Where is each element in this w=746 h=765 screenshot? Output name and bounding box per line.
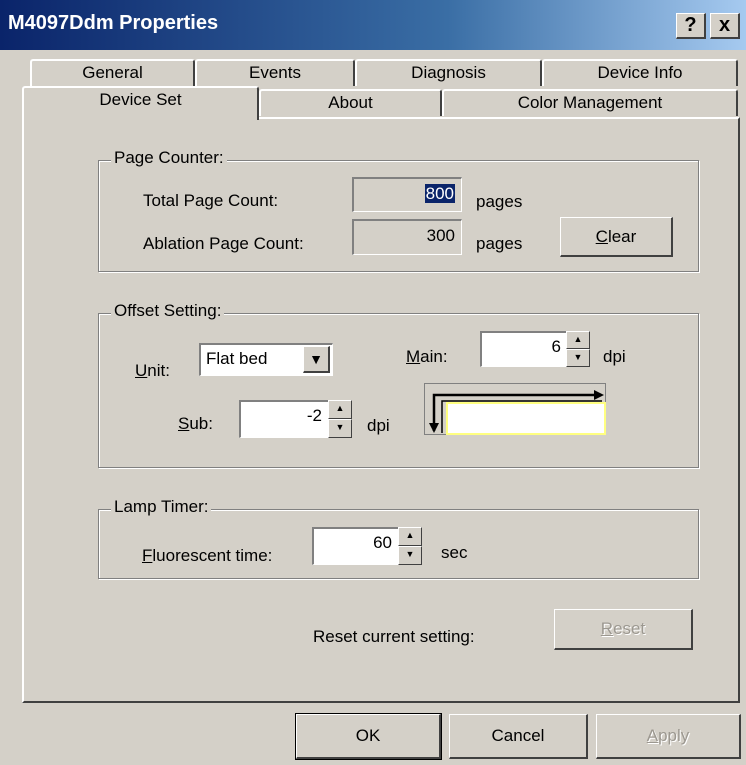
main-unit: dpi	[603, 347, 626, 366]
tab-label: Events	[249, 63, 301, 82]
main-mnemonic: M	[406, 347, 421, 366]
main-label: Main:	[406, 347, 448, 367]
window-title: M4097Ddm Properties	[8, 12, 219, 34]
apply-label-rest: pply	[658, 726, 690, 745]
main-spinner[interactable]: ▲ ▼	[566, 331, 590, 367]
ok-button[interactable]: OK	[295, 713, 442, 760]
help-button[interactable]: ?	[676, 13, 706, 39]
ablation-page-count-field: 300	[352, 219, 462, 255]
reset-label-rest: eset	[613, 619, 646, 638]
spin-up-icon[interactable]: ▲	[328, 400, 352, 419]
fluorescent-time-label: Fluorescent time:	[142, 546, 272, 566]
total-page-count-label: Total Page Count:	[143, 191, 279, 210]
total-page-count-field: 800	[352, 177, 462, 212]
spin-down-icon[interactable]: ▼	[328, 419, 352, 438]
reset-mnemonic: R	[600, 619, 614, 638]
main-label-rest: ain:	[420, 347, 448, 366]
unit-value: Flat bed	[206, 349, 268, 368]
spin-up-icon[interactable]: ▲	[398, 527, 422, 546]
tab-label: Device Set	[99, 90, 182, 109]
clear-label-rest: lear	[607, 227, 637, 246]
main-input[interactable]: 6	[480, 331, 568, 367]
offset-setting-title: Offset Setting:	[111, 301, 225, 321]
tab-label: Diagnosis	[411, 63, 486, 82]
clear-button[interactable]: Clear	[560, 217, 673, 257]
fluorescent-time-unit: sec	[441, 543, 468, 562]
cancel-button[interactable]: Cancel	[449, 714, 588, 759]
main-value: 6	[551, 337, 561, 356]
tab-diagnosis[interactable]: Diagnosis	[355, 59, 542, 86]
page-counter-title: Page Counter:	[111, 148, 227, 168]
tab-label: General	[82, 63, 143, 82]
clear-mnemonic: C	[595, 227, 608, 246]
apply-button[interactable]: Apply	[596, 714, 741, 759]
spin-up-icon[interactable]: ▲	[566, 331, 590, 349]
tab-label: Color Management	[517, 93, 663, 112]
unit-label-rest: nit:	[147, 361, 170, 380]
sub-label: Sub:	[178, 414, 213, 434]
sub-value: -2	[306, 406, 322, 425]
sub-spinner[interactable]: ▲ ▼	[328, 400, 352, 438]
fluor-value: 60	[373, 533, 392, 552]
tab-about[interactable]: About	[259, 89, 442, 116]
ablation-page-unit: pages	[476, 234, 523, 253]
offset-setting-group	[98, 313, 699, 468]
total-page-unit: pages	[476, 192, 523, 211]
unit-mnemonic: U	[135, 361, 148, 380]
ablation-page-count-value: 300	[426, 226, 455, 245]
fluor-label-rest: luorescent time:	[152, 546, 273, 565]
sub-unit: dpi	[367, 416, 390, 435]
close-button[interactable]: x	[710, 13, 740, 39]
apply-mnemonic: A	[646, 726, 659, 745]
offset-preview-icon	[424, 383, 606, 435]
fluorescent-time-input[interactable]: 60	[312, 527, 399, 565]
chevron-down-icon: ▼	[309, 351, 323, 367]
ablation-page-count-label: Ablation Page Count:	[143, 234, 304, 253]
total-page-count-value: 800	[424, 184, 455, 203]
sub-input[interactable]: -2	[239, 400, 329, 438]
fluor-mnemonic: F	[142, 546, 153, 565]
tab-events[interactable]: Events	[195, 59, 355, 86]
fluorescent-time-spinner[interactable]: ▲ ▼	[398, 527, 422, 565]
reset-current-setting-label: Reset current setting:	[313, 627, 475, 646]
tab-label: Device Info	[597, 63, 683, 82]
spin-down-icon[interactable]: ▼	[398, 546, 422, 565]
unit-label: Unit:	[135, 361, 170, 381]
spin-down-icon[interactable]: ▼	[566, 349, 590, 367]
tab-color-management[interactable]: Color Management	[442, 89, 738, 116]
title-bar[interactable]: M4097Ddm Properties ? x	[0, 0, 746, 50]
sub-label-rest: ub:	[189, 414, 213, 433]
lamp-timer-title: Lamp Timer:	[111, 497, 212, 517]
unit-dropdown-button[interactable]: ▼	[303, 346, 330, 373]
tab-general[interactable]: General	[30, 59, 195, 86]
sub-mnemonic: S	[178, 414, 190, 433]
tab-device-set[interactable]: Device Set	[22, 86, 259, 120]
tab-label: About	[328, 93, 373, 112]
tab-device-info[interactable]: Device Info	[542, 59, 738, 86]
reset-button[interactable]: Reset	[554, 609, 693, 650]
